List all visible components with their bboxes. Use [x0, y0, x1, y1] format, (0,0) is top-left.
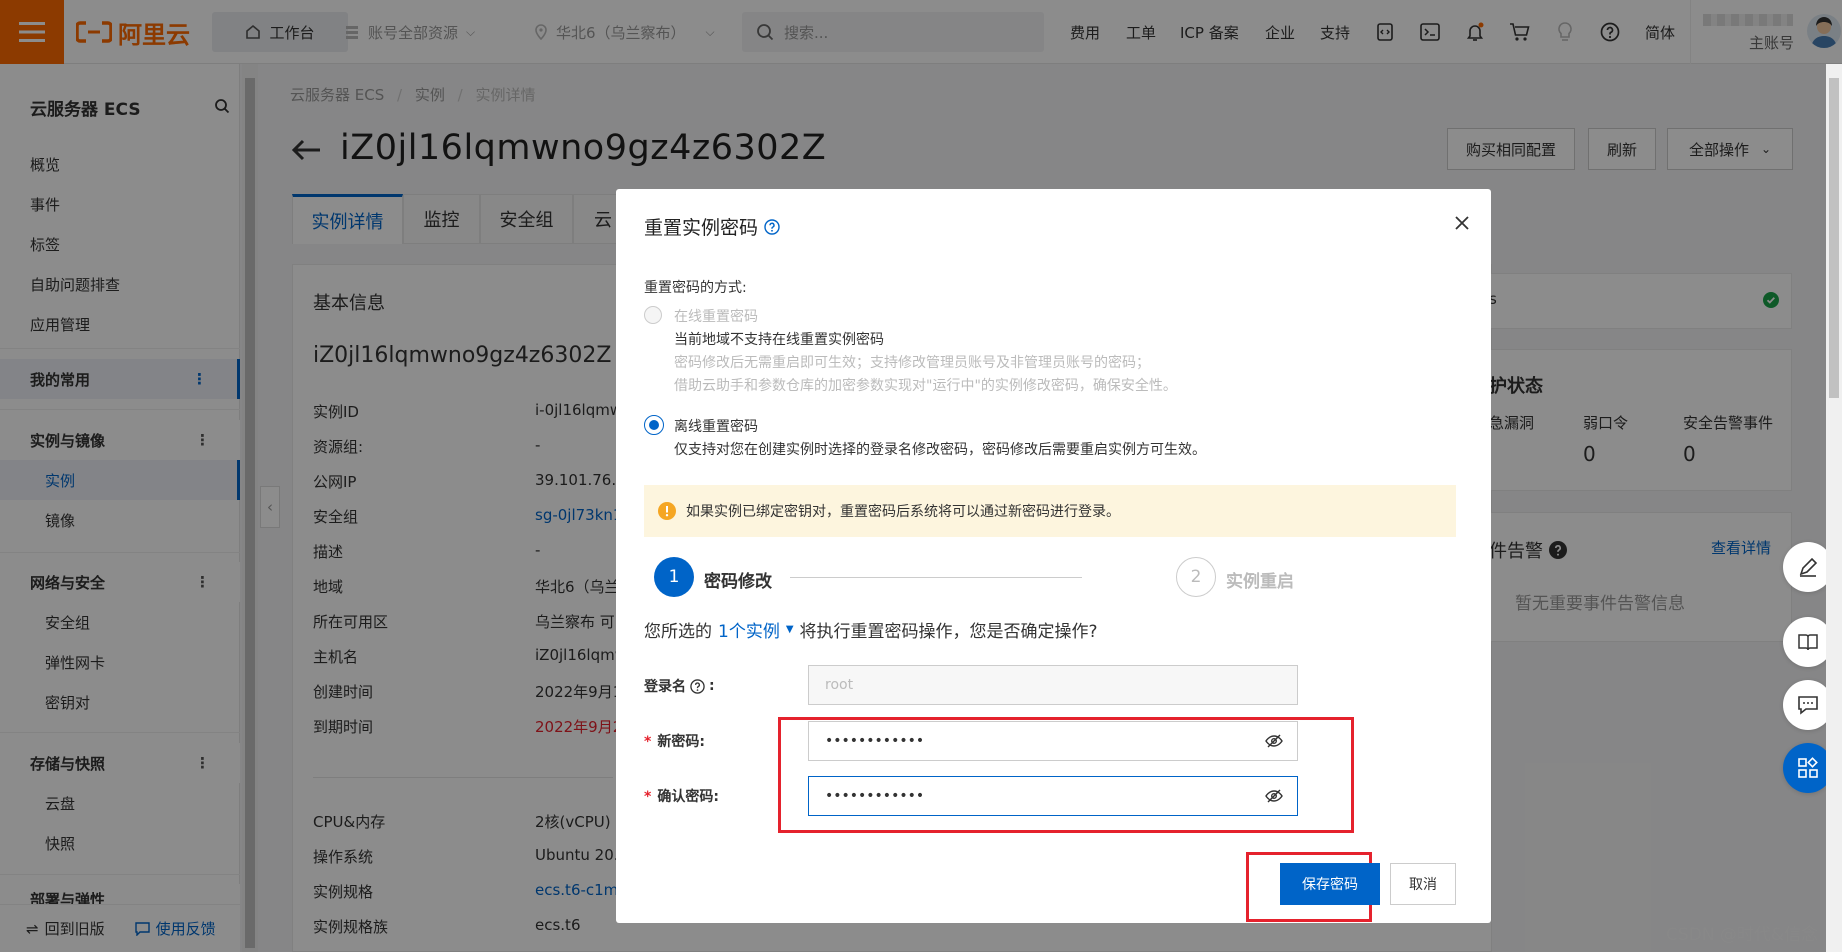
new-password-label: * 新密码: [644, 731, 705, 751]
online-reset-desc-1: 密码修改后无需重启即可生效；支持修改管理员账号及非管理员账号的密码； [674, 355, 1150, 371]
new-password-value: •••••••••••• [825, 733, 925, 749]
confirm-password-label: * 确认密码: [644, 786, 719, 806]
notice-text: 如果实例已绑定密钥对，重置密码后系统将可以通过新密码进行登录。 [686, 504, 1120, 520]
online-reset-note: 当前地域不支持在线重置实例密码 [674, 332, 884, 348]
radio-dot [649, 420, 659, 430]
new-password-label-text: 新密码 [657, 734, 700, 750]
watermark: CSDN @时代&信念 [1666, 925, 1819, 945]
online-reset-radio[interactable] [644, 306, 662, 324]
login-label-text: 登录名 [644, 679, 686, 695]
eye-off-icon[interactable] [1265, 734, 1283, 748]
question-circle-icon[interactable] [764, 218, 780, 235]
question-circle-icon[interactable] [690, 678, 705, 694]
apps-icon [1798, 757, 1818, 778]
main-scrollbar[interactable] [1826, 64, 1842, 952]
scrollbar-thumb[interactable] [1829, 78, 1839, 398]
new-password-input[interactable]: •••••••••••• [808, 721, 1298, 761]
selected-instances-link[interactable]: 1个实例 [718, 617, 780, 642]
confirm-password-value: •••••••••••• [825, 788, 925, 804]
offline-reset-label: 离线重置密码 [674, 419, 758, 435]
step-1-label: 密码修改 [704, 572, 772, 592]
offline-reset-desc: 仅支持对您在创建实例时选择的登录名修改密码，密码修改后需要重启实例方可生效。 [674, 442, 1206, 458]
confirm-password-label-text: 确认密码 [657, 789, 714, 805]
step-2-circle: 2 [1176, 557, 1216, 597]
message-icon [1798, 696, 1818, 715]
confirm-suffix: 将执行重置密码操作，您是否确定操作? [799, 622, 1098, 642]
step-1-circle: 1 [654, 557, 694, 597]
confirm-prefix: 您所选的 [644, 622, 712, 642]
step-2-label: 实例重启 [1226, 572, 1294, 592]
confirm-password-label-colon: : [713, 789, 719, 805]
online-reset-desc-2: 借助云助手和参数仓库的加密参数实现对"运行中"的实例修改密码，确保安全性。 [674, 378, 1177, 394]
notice-banner: 如果实例已绑定密钥对，重置密码后系统将可以通过新密码进行登录。 [644, 485, 1456, 537]
eye-off-icon[interactable] [1265, 789, 1283, 803]
book-icon [1798, 634, 1818, 651]
online-reset-label: 在线重置密码 [674, 309, 758, 325]
offline-reset-radio[interactable] [644, 415, 664, 435]
login-label-colon: : [709, 678, 715, 694]
confirm-message: 您所选的 1个实例 ▼ 将执行重置密码操作，您是否确定操作? [644, 617, 1098, 642]
required-mark: * [644, 789, 652, 805]
caret-down-icon: ▼ [785, 624, 794, 635]
required-mark: * [644, 734, 652, 750]
new-password-label-colon: : [699, 734, 705, 750]
step-connector [790, 577, 1082, 578]
warning-icon [658, 502, 676, 520]
dialog-title: 重置实例密码 [644, 213, 780, 240]
save-password-button[interactable]: 保存密码 [1280, 863, 1380, 905]
login-name-field: root [808, 665, 1298, 705]
close-dialog-button[interactable] [1454, 215, 1470, 231]
dialog-title-text: 重置实例密码 [644, 217, 759, 239]
confirm-password-input[interactable]: •••••••••••• [808, 776, 1298, 816]
pencil-icon [1799, 557, 1818, 577]
login-name-label: 登录名 : [644, 676, 715, 696]
reset-method-label: 重置密码的方式: [644, 280, 747, 296]
close-icon [1455, 216, 1469, 230]
reset-password-dialog: 重置实例密码 重置密码的方式: 在线重置密码 当前地域不支持在线重置实例密码 密… [616, 189, 1491, 923]
cancel-button[interactable]: 取消 [1390, 863, 1456, 905]
